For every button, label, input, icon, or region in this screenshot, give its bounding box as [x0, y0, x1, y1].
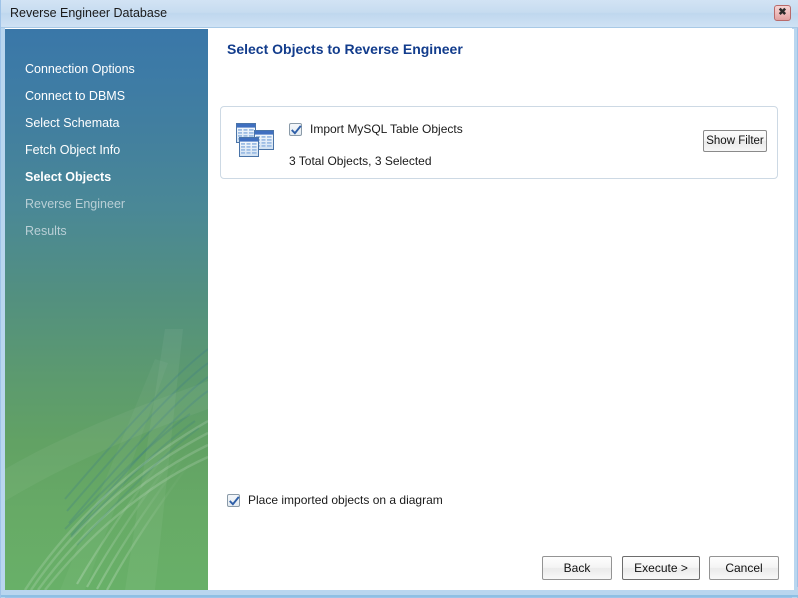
sidebar-item-select-schemata[interactable]: Select Schemata	[25, 116, 120, 130]
main-content-area: Select Objects to Reverse Engineer Impor…	[208, 29, 794, 590]
window-frame-bottom-edge	[1, 595, 798, 597]
objects-panel: Import MySQL Table Objects 3 Total Objec…	[220, 106, 778, 179]
import-mysql-table-objects-label: Import MySQL Table Objects	[310, 122, 463, 136]
close-icon: ✖	[778, 7, 787, 18]
place-on-diagram-row[interactable]: Place imported objects on a diagram	[227, 493, 443, 507]
cancel-button[interactable]: Cancel	[709, 556, 779, 580]
sidebar-swoosh-decoration	[5, 329, 208, 590]
sidebar-item-label: Select Objects	[25, 170, 112, 184]
import-mysql-table-objects-checkbox[interactable]	[289, 122, 302, 136]
sidebar-item-select-objects[interactable]: Select Objects	[25, 170, 111, 184]
place-on-diagram-label: Place imported objects on a diagram	[248, 493, 443, 507]
wizard-step-sidebar: Connection Options Connect to DBMS Selec…	[5, 29, 208, 590]
table-objects-icon	[236, 123, 274, 157]
import-mysql-table-objects-row[interactable]: Import MySQL Table Objects	[289, 122, 463, 136]
object-count-text: 3 Total Objects, 3 Selected	[289, 154, 432, 168]
page-title: Select Objects to Reverse Engineer	[227, 41, 463, 57]
checkmark-icon	[229, 495, 240, 506]
sidebar-item-reverse-engineer: Reverse Engineer	[25, 197, 125, 211]
sidebar-item-label: Connection Options	[25, 62, 135, 76]
sidebar-item-connection-options[interactable]: Connection Options	[25, 62, 135, 76]
sidebar-item-fetch-object-info[interactable]: Fetch Object Info	[25, 143, 120, 157]
execute-button[interactable]: Execute >	[622, 556, 700, 580]
show-filter-button[interactable]: Show Filter	[703, 130, 767, 152]
sidebar-item-connect-to-dbms[interactable]: Connect to DBMS	[25, 89, 125, 103]
checkmark-icon	[291, 124, 302, 135]
sidebar-item-results: Results	[25, 224, 67, 238]
reverse-engineer-dialog: Reverse Engineer Database ✖ Connection O…	[0, 0, 798, 598]
sidebar-item-label: Fetch Object Info	[25, 143, 121, 157]
sidebar-item-label: Select Schemata	[25, 116, 120, 130]
back-button[interactable]: Back	[542, 556, 612, 580]
sidebar-item-label: Connect to DBMS	[25, 89, 126, 103]
place-on-diagram-checkbox[interactable]	[227, 493, 240, 507]
sidebar-item-label: Results	[25, 224, 67, 238]
window-title: Reverse Engineer Database	[10, 6, 168, 20]
close-button[interactable]: ✖	[774, 5, 791, 21]
title-bar: Reverse Engineer Database ✖	[1, 0, 798, 28]
sidebar-item-label: Reverse Engineer	[25, 197, 126, 211]
